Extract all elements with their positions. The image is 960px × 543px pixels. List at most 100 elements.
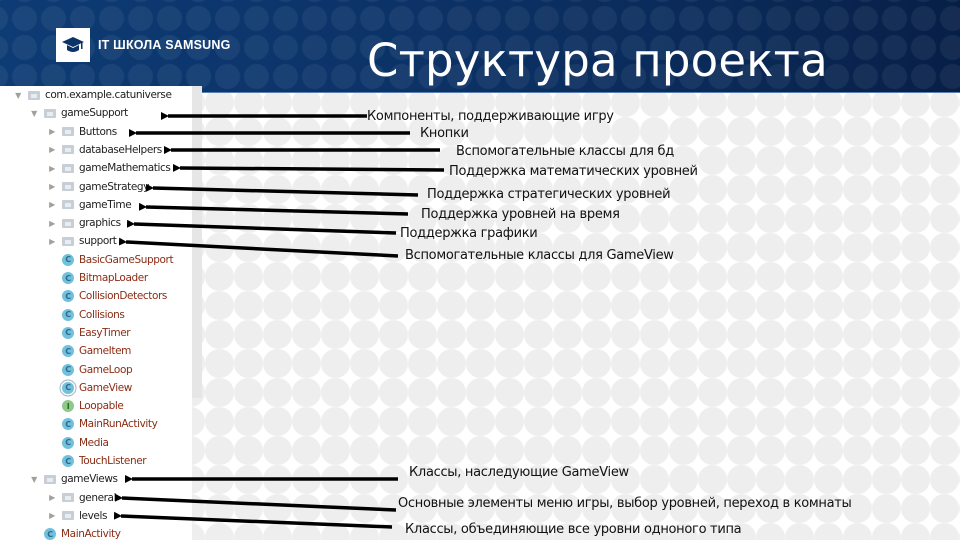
- tree-scrollbar[interactable]: [192, 86, 202, 398]
- chevron-right-icon[interactable]: ▶: [48, 200, 56, 210]
- tree-row-basicgamesupport[interactable]: C BasicGameSupport: [62, 251, 174, 269]
- annotation-graphics: Поддержка графики: [400, 226, 538, 241]
- package-folder-icon: [62, 182, 74, 191]
- tree-row-general[interactable]: ▶ general: [48, 489, 116, 507]
- package-folder-icon: [62, 218, 74, 228]
- tree-row-graphics[interactable]: ▶ graphics: [48, 214, 121, 232]
- tree-row-root[interactable]: ▼ com.example.catuniverse: [14, 86, 172, 104]
- tree-row-databasehelpers[interactable]: ▶ databaseHelpers: [48, 141, 162, 159]
- annotation-gametime: Поддержка уровней на время: [421, 207, 620, 222]
- package-folder-icon: [62, 200, 74, 210]
- package-folder-icon: [44, 108, 56, 118]
- annotation-gamemathematics: Поддержка математических уровней: [449, 164, 698, 179]
- tree-label: gameViews: [61, 473, 118, 486]
- tree-row-easytimer[interactable]: C EasyTimer: [62, 324, 131, 342]
- logo: IT ШКОЛА SAMSUNG: [56, 28, 231, 62]
- annotation-gamesupport: Компоненты, поддерживающие игру: [367, 109, 614, 124]
- page-title: Структура проекта: [367, 34, 828, 87]
- tree-row-gameview[interactable]: C GameView: [62, 379, 132, 397]
- package-folder-icon: [44, 474, 56, 484]
- tree-row-gamestrategy[interactable]: ▶ gameStrategy: [48, 178, 149, 196]
- tree-label: MainActivity: [61, 528, 121, 541]
- class-icon: C: [62, 326, 74, 339]
- annotation-gameviews: Классы, наследующие GameView: [409, 465, 629, 480]
- chevron-down-icon[interactable]: ▼: [14, 90, 22, 100]
- project-tree: ▼ com.example.catuniverse ▼ gameSupport ▶ B…: [0, 86, 192, 543]
- chevron-right-icon[interactable]: ▶: [48, 145, 56, 155]
- class-icon: C: [62, 308, 74, 321]
- tree-row-collisions[interactable]: C Collisions: [62, 306, 125, 324]
- package-folder-icon: [62, 127, 74, 137]
- package-folder-icon: [62, 236, 74, 246]
- interface-icon: I: [62, 400, 74, 413]
- tree-label: graphics: [79, 217, 121, 230]
- tree-row-collisiondetectors[interactable]: C CollisionDetectors: [62, 287, 167, 305]
- tree-row-media[interactable]: C Media: [62, 434, 109, 452]
- class-icon: C: [62, 272, 74, 284]
- tree-label: gameSupport: [61, 107, 128, 120]
- tree-row-touchlistener[interactable]: C TouchListener: [62, 452, 147, 470]
- tree-label: MainRunActivity: [79, 418, 158, 431]
- tree-label: gameTime: [79, 198, 132, 211]
- abstract-class-icon: C: [62, 381, 74, 394]
- tree-label: GameView: [79, 381, 132, 394]
- tree-label: BasicGameSupport: [79, 253, 174, 266]
- chevron-right-icon[interactable]: ▶: [48, 182, 56, 192]
- class-icon: C: [44, 528, 56, 541]
- tree-label: com.example.catuniverse: [45, 89, 172, 101]
- tree-label: Loopable: [79, 400, 124, 413]
- tree-label: levels: [79, 509, 108, 522]
- package-folder-icon: [62, 493, 74, 503]
- chevron-right-icon[interactable]: ▶: [48, 127, 56, 137]
- tree-row-gameitem[interactable]: C GameItem: [62, 342, 131, 360]
- slide-header: IT ШКОЛА SAMSUNG Структура проекта: [0, 0, 960, 93]
- graduation-cap-icon: [56, 28, 90, 62]
- tree-row-gamesupport[interactable]: ▼ gameSupport: [30, 104, 128, 122]
- tree-row-gamemathematics[interactable]: ▶ gameMathematics: [48, 159, 171, 177]
- class-icon: C: [62, 345, 74, 358]
- tree-label: Buttons: [79, 125, 117, 138]
- chevron-right-icon[interactable]: ▶: [48, 163, 56, 173]
- tree-row-buttons[interactable]: ▶ Buttons: [48, 123, 117, 141]
- tree-label: TouchListener: [79, 455, 147, 467]
- class-icon: C: [62, 290, 74, 303]
- chevron-right-icon[interactable]: ▶: [48, 493, 56, 503]
- logo-text: IT ШКОЛА SAMSUNG: [98, 38, 231, 52]
- tree-row-mainactivity[interactable]: C MainActivity: [44, 525, 121, 543]
- package-folder-icon: [62, 511, 74, 521]
- tree-label: support: [79, 235, 117, 248]
- chevron-down-icon[interactable]: ▼: [30, 474, 38, 484]
- tree-label: databaseHelpers: [79, 143, 162, 156]
- tree-row-mainrunactivity[interactable]: C MainRunActivity: [62, 415, 158, 433]
- class-icon: C: [62, 363, 74, 376]
- chevron-down-icon[interactable]: ▼: [30, 108, 38, 118]
- tree-row-bitmaploader[interactable]: C BitmapLoader: [62, 269, 148, 287]
- package-folder-icon: [62, 145, 74, 155]
- class-icon: C: [62, 436, 74, 449]
- folder-icon: [28, 90, 40, 100]
- class-icon: C: [62, 253, 74, 266]
- tree-row-gameloop[interactable]: C GameLoop: [62, 361, 133, 379]
- tree-row-gametime[interactable]: ▶ gameTime: [48, 196, 132, 214]
- tree-row-loopable[interactable]: I Loopable: [62, 397, 124, 415]
- chevron-right-icon[interactable]: ▶: [48, 511, 56, 521]
- tree-label: EasyTimer: [79, 326, 131, 339]
- annotation-databasehelpers: Вспомогательные классы для бд: [456, 144, 674, 159]
- chevron-right-icon[interactable]: ▶: [48, 236, 56, 246]
- tree-label: Collisions: [79, 308, 125, 321]
- tree-label: general: [79, 491, 117, 504]
- tree-row-gameviews[interactable]: ▼ gameViews: [30, 470, 118, 488]
- tree-label: gameStrategy: [79, 180, 149, 193]
- annotation-gamestrategy: Поддержка стратегических уровней: [427, 187, 671, 202]
- annotation-support: Вспомогательные классы для GameView: [405, 248, 674, 263]
- tree-label: CollisionDetectors: [79, 290, 167, 303]
- chevron-right-icon[interactable]: ▶: [48, 218, 56, 228]
- tree-row-levels[interactable]: ▶ levels: [48, 507, 107, 525]
- tree-row-support[interactable]: ▶ support: [48, 232, 117, 250]
- tree-label: GameItem: [79, 345, 131, 358]
- tree-label: BitmapLoader: [79, 272, 148, 284]
- annotation-levels: Классы, объединяющие все уровни одноного…: [405, 522, 742, 537]
- class-icon: C: [62, 418, 74, 431]
- class-icon: C: [62, 455, 74, 467]
- tree-label: GameLoop: [79, 363, 133, 376]
